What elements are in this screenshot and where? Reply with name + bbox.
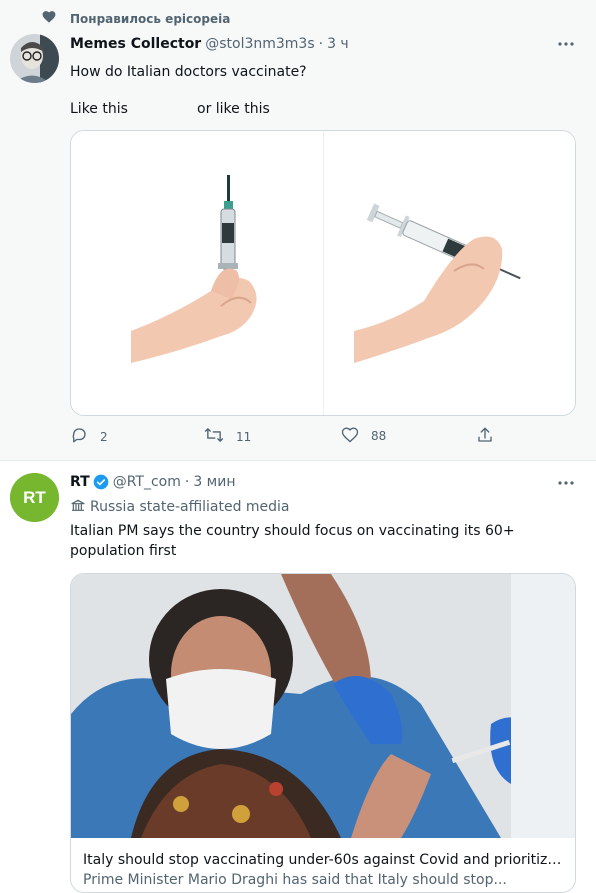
social-context: Понравилось epicopeia [42,10,230,27]
reply-count: 2 [100,429,108,444]
author-name[interactable]: Memes Collector [70,36,201,52]
media-image-upright-syringe[interactable] [71,131,323,415]
author-name[interactable]: RT [70,474,90,490]
tweet-text-line1: How do Italian doctors vaccinate? [70,64,307,80]
share-button[interactable] [476,426,494,447]
social-context-text[interactable]: Понравилось epicopeia [70,12,230,26]
author-handle[interactable]: @stol3nm3m3s [205,36,314,52]
link-card[interactable]: Italy should stop vaccinating under-60s … [70,573,576,893]
card-text: Italy should stop vaccinating under-60s … [83,850,567,890]
card-title[interactable]: Italy should stop vaccinating under-60s … [83,850,567,870]
reply-icon [70,426,88,447]
separator-dot: · [318,36,324,52]
like-count: 88 [371,429,387,443]
tweet-text-caption-right: or like this [197,101,270,117]
retweet-count: 11 [236,429,252,444]
media-image-horizontal-syringe[interactable] [324,131,575,415]
tweet-header: Memes Collector @stol3nm3m3s · 3 ч [70,36,349,52]
retweet-icon [204,426,224,447]
separator-dot: · [184,474,190,490]
more-options-icon[interactable] [556,473,576,493]
author-handle[interactable]: @RT_com [113,474,181,490]
avatar-rt[interactable]: RT [10,473,59,522]
heart-outline-icon [341,426,359,446]
tweet-time[interactable]: 3 мин [193,474,235,490]
flag-icon [70,498,86,516]
retweet-button[interactable]: 11 [204,426,251,447]
card-image [71,574,575,838]
avatar[interactable] [10,34,59,83]
tweet-header-rt: RT @RT_com · 3 мин [70,474,236,490]
like-button[interactable]: 88 [341,426,386,446]
heart-icon [42,10,56,27]
more-options-icon[interactable] [556,34,576,54]
card-description: Prime Minister Mario Draghi has said tha… [83,872,507,888]
tweet-text-caption-left: Like this [70,101,128,117]
verified-badge-icon [93,474,109,490]
tweet-time[interactable]: 3 ч [327,36,349,52]
rt-logo-text: RT [23,488,46,507]
tweet-media[interactable] [70,130,576,416]
state-media-label[interactable]: Russia state-affiliated media [70,498,290,516]
tweet-rt[interactable]: RT RT @RT_com · 3 мин Russia state-affil… [0,461,596,893]
reply-button[interactable]: 2 [70,426,108,447]
tweet-actions: 2 11 88 [70,426,510,450]
tweet-memes-collector[interactable]: Понравилось epicopeia Memes Collector @s… [0,0,596,460]
tweet-text: Italian PM says the country should focus… [70,523,515,559]
share-icon [476,426,494,447]
state-media-label-text: Russia state-affiliated media [90,499,290,515]
